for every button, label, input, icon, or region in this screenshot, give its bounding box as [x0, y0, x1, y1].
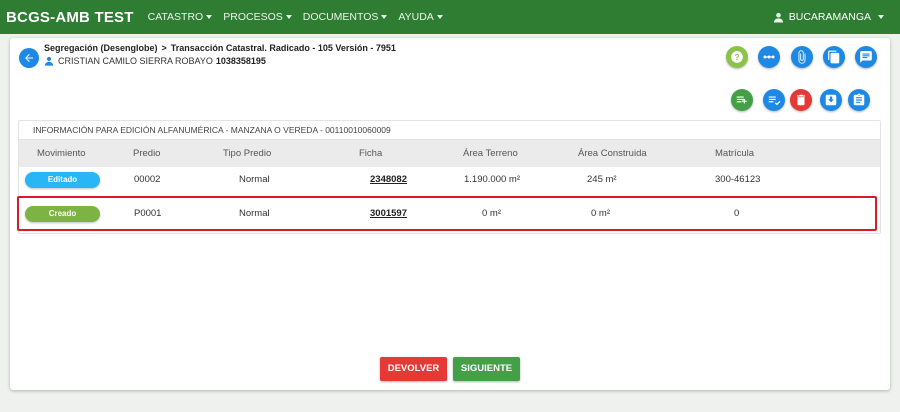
alphanumeric-panel: INFORMACIÓN PARA EDICIÓN ALFANUMÉRICA - …: [18, 120, 881, 234]
panel-title: INFORMACIÓN PARA EDICIÓN ALFANUMÉRICA - …: [19, 121, 880, 140]
download-icon: [825, 94, 837, 106]
person-icon: [44, 56, 54, 66]
col-matricula: Matrícula: [715, 148, 755, 159]
main-card: Segregación (Desenglobe) > Transacción C…: [10, 38, 890, 390]
more-icon: [763, 55, 775, 59]
col-tipo-predio: Tipo Predio: [223, 148, 272, 159]
table-row[interactable]: Creado P0001 Normal 3001597 0 m² 0 m² 0: [19, 201, 880, 227]
menu-documentos[interactable]: DOCUMENTOS: [303, 11, 388, 23]
user-icon: [773, 12, 783, 23]
col-area-terreno: Área Terreno: [463, 148, 518, 159]
caret-down-icon: [285, 15, 292, 19]
cell-area-terreno: 1.190.000 m²: [464, 174, 520, 185]
caret-down-icon: [436, 15, 443, 19]
col-predio: Predio: [133, 148, 161, 159]
app-brand[interactable]: BCGS-AMB TEST: [6, 9, 134, 26]
chevron-right-icon: >: [161, 43, 167, 53]
user-menu[interactable]: BUCARAMANGA: [773, 0, 884, 34]
playlist-check-icon: [768, 96, 781, 106]
table-header: Movimiento Predio Tipo Predio Ficha Área…: [19, 140, 880, 167]
comment-icon: [860, 51, 872, 63]
col-movimiento: Movimiento: [37, 148, 86, 159]
validate-button[interactable]: [763, 89, 785, 111]
cell-matricula: 300-46123: [715, 174, 761, 185]
arrow-left-icon: [25, 54, 33, 62]
table-row[interactable]: Editado 00002 Normal 2348082 1.190.000 m…: [19, 167, 880, 193]
copy-button[interactable]: [823, 46, 845, 68]
cell-area-construida: 245 m²: [587, 174, 617, 185]
menu-documentos-label: DOCUMENTOS: [302, 11, 379, 23]
ficha-link[interactable]: 2348082: [370, 167, 407, 193]
top-navbar: BCGS-AMB TEST CATASTRO PROCESOS DOCUMENT…: [0, 0, 900, 34]
help-icon: ?: [731, 51, 743, 63]
cell-area-construida: 0 m²: [591, 208, 610, 219]
download-button[interactable]: [820, 89, 842, 111]
delete-icon: [796, 94, 806, 106]
caret-down-icon: [381, 15, 388, 19]
breadcrumb-transaction: Transacción Catastral. Radicado - 105 Ve…: [170, 43, 396, 53]
status-badge[interactable]: Editado: [25, 172, 100, 188]
clipboard-button[interactable]: [848, 89, 870, 111]
menu-catastro[interactable]: CATASTRO: [148, 11, 213, 23]
breadcrumb: Segregación (Desenglobe) > Transacción C…: [44, 43, 396, 53]
menu-procesos-label: PROCESOS: [223, 11, 283, 23]
cell-tipo-predio: Normal: [239, 174, 270, 185]
applicant-name: CRISTIAN CAMILO SIERRA ROBAYO: [58, 56, 213, 66]
svg-text:?: ?: [735, 53, 740, 62]
cell-predio: 00002: [134, 174, 161, 185]
cell-tipo-predio: Normal: [239, 208, 270, 219]
caret-down-icon: [206, 15, 213, 19]
cell-area-terreno: 0 m²: [482, 208, 501, 219]
copy-icon: [828, 50, 840, 64]
cell-matricula: 0: [734, 208, 740, 219]
col-area-construida: Área Construida: [578, 148, 647, 159]
attachment-icon: [798, 50, 806, 64]
menu-catastro-label: CATASTRO: [147, 11, 204, 23]
applicant-document: 1038358195: [215, 56, 266, 66]
playlist-add-icon: [736, 96, 747, 104]
menu-ayuda-label: AYUDA: [398, 11, 434, 23]
main-menu: CATASTRO PROCESOS DOCUMENTOS AYUDA: [148, 11, 454, 23]
breadcrumb-process: Segregación (Desenglobe): [44, 43, 158, 53]
siguiente-button[interactable]: SIGUIENTE: [453, 357, 520, 381]
add-row-button[interactable]: [731, 89, 753, 111]
clipboard-icon: [853, 93, 865, 106]
help-button[interactable]: ?: [726, 46, 748, 68]
col-ficha: Ficha: [359, 148, 383, 159]
applicant-info: CRISTIAN CAMILO SIERRA ROBAYO 1038358195: [44, 56, 266, 66]
more-button[interactable]: [758, 46, 780, 68]
comment-button[interactable]: [855, 46, 877, 68]
back-button[interactable]: [19, 48, 39, 68]
caret-down-icon: [878, 15, 884, 19]
cell-predio: P0001: [134, 208, 162, 219]
user-name: BUCARAMANGA: [788, 11, 871, 23]
delete-button[interactable]: [790, 89, 812, 111]
menu-ayuda[interactable]: AYUDA: [398, 11, 443, 23]
ficha-link[interactable]: 3001597: [370, 201, 407, 227]
menu-procesos[interactable]: PROCESOS: [223, 11, 292, 23]
attachment-button[interactable]: [791, 46, 813, 68]
devolver-button[interactable]: DEVOLVER: [380, 357, 447, 381]
status-badge[interactable]: Creado: [25, 206, 100, 222]
